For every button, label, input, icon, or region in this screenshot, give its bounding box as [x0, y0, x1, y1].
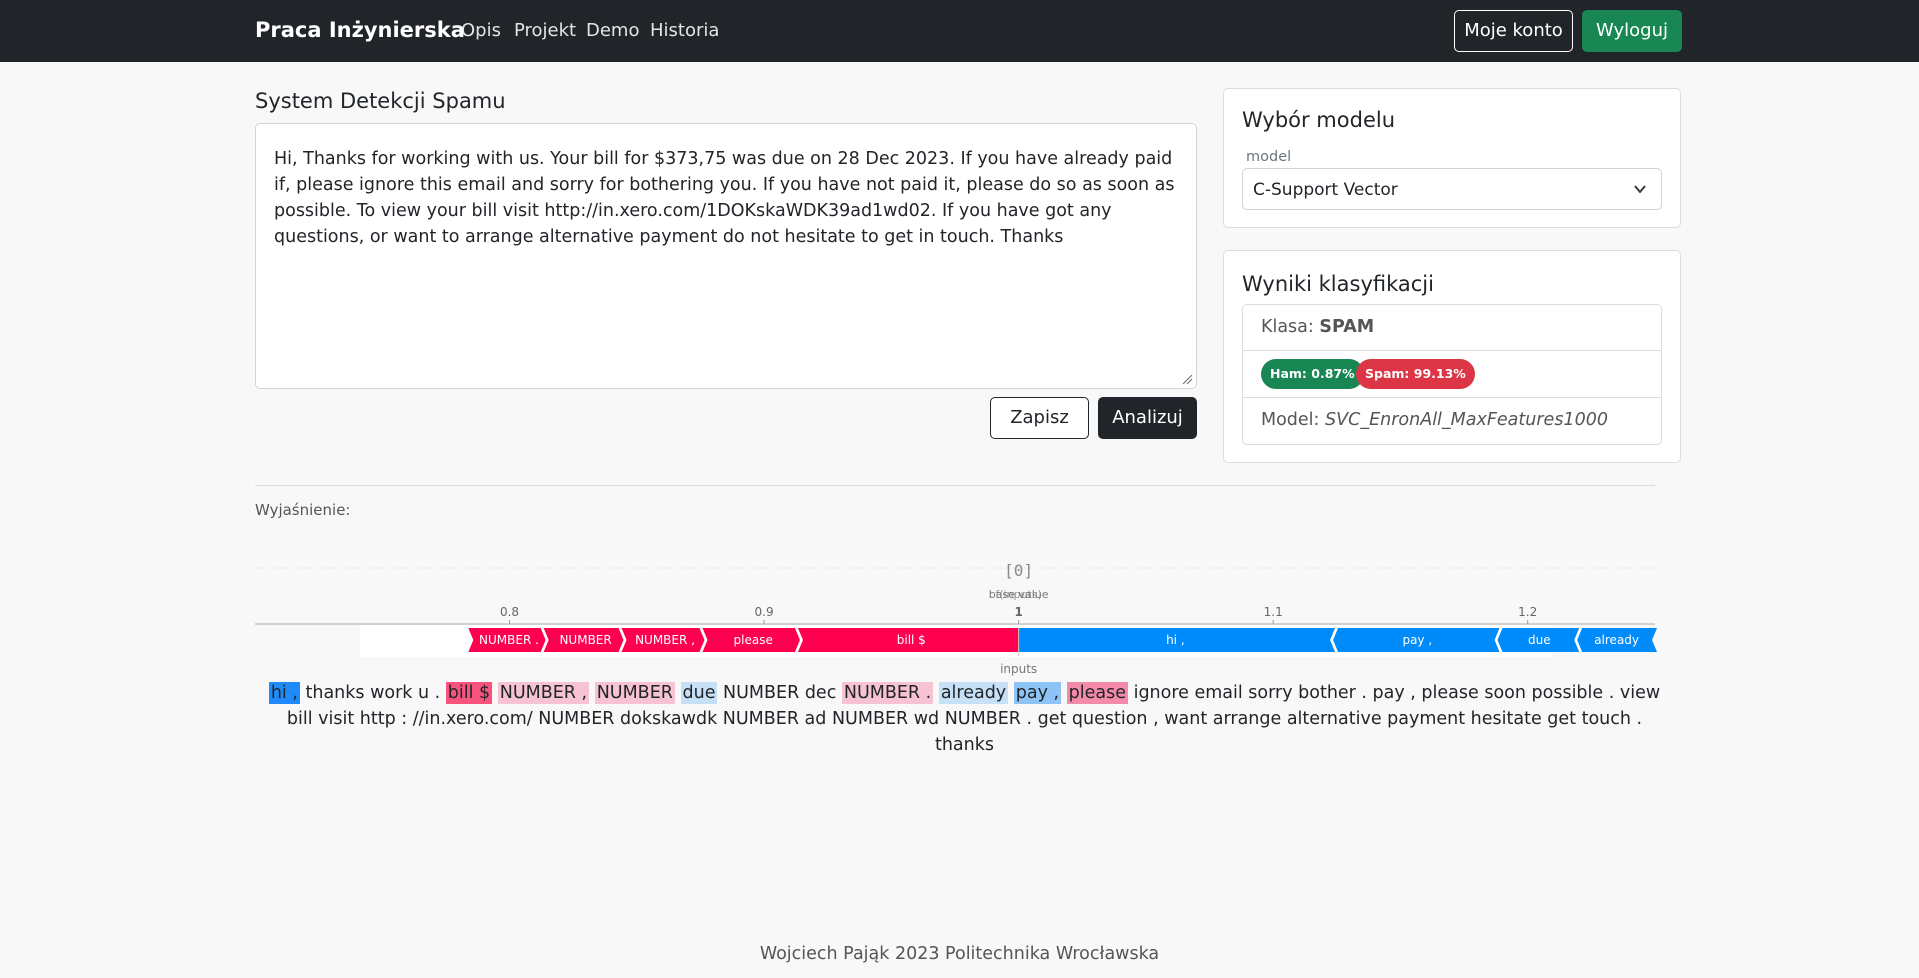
negative-segment-label: pay ,: [1402, 633, 1432, 647]
highlighted-token: please: [1066, 682, 1129, 704]
logout-button[interactable]: Wyloguj: [1582, 10, 1682, 52]
positive-segment-label: NUMBER: [559, 633, 611, 647]
positive-segment-label: NUMBER .: [479, 633, 539, 647]
explanation-token: [1008, 683, 1014, 703]
highlighted-token: already: [938, 682, 1009, 704]
model-label: Model:: [1261, 410, 1320, 430]
explanation-text: hi , thanks work u . bill $ NUMBER , NUM…: [255, 680, 1674, 758]
nav-link-demo[interactable]: Demo: [586, 20, 639, 41]
highlighted-token: NUMBER .: [841, 682, 934, 704]
highlighted-token: NUMBER: [594, 682, 675, 704]
explanation-token: [492, 683, 498, 703]
explanation-token: NUMBER dec: [717, 683, 842, 703]
explanation-token: [589, 683, 595, 703]
model-card-title: Wybór modelu: [1242, 108, 1396, 132]
plot-title: [0]: [1004, 561, 1033, 580]
nav-link-projekt[interactable]: Projekt: [514, 20, 576, 41]
explanation-label: Wyjaśnienie:: [255, 501, 351, 519]
tick-label: 1: [1014, 605, 1022, 619]
negative-segment-label: already: [1594, 633, 1639, 647]
negative-segment-label: due: [1528, 633, 1551, 647]
analyze-button[interactable]: Analizuj: [1098, 397, 1197, 439]
shap-force-plot: 0.8 0.9 1 1.1 1.2[0]base valuef(inputs)NUMBE…: [255, 561, 1658, 676]
footer: Wojciech Pająk 2023 Politechnika Wrocław…: [759, 944, 1160, 964]
message-textarea[interactable]: Hi, Thanks for working with us. Your bil…: [255, 123, 1197, 389]
explanation-token: [675, 683, 681, 703]
navbar-brand[interactable]: Praca Inżynierska: [255, 18, 465, 42]
page-title: System Detekcji Spamu: [255, 89, 506, 113]
highlighted-token: due: [680, 682, 718, 704]
highlighted-token: pay ,: [1013, 682, 1062, 704]
class-row: Klasa: SPAM: [1243, 305, 1661, 351]
tick-label: 0.9: [755, 605, 774, 619]
positive-segment-label: please: [734, 633, 773, 647]
highlighted-token: hi ,: [268, 682, 300, 704]
positive-segment-label: bill $: [897, 633, 926, 647]
explanation-token: thanks work u .: [299, 683, 446, 703]
nav-link-opis[interactable]: Opis: [461, 20, 501, 41]
model-value: SVC_EnronAll_MaxFeatures1000: [1325, 410, 1608, 430]
results-list: Klasa: SPAM Ham: 0.87% Spam: 99.13% Mode…: [1242, 304, 1662, 445]
resize-handle-icon[interactable]: [1181, 373, 1193, 385]
highlighted-token: bill $: [445, 682, 493, 704]
negative-segment-label: hi ,: [1166, 633, 1185, 647]
class-value: SPAM: [1319, 317, 1375, 337]
model-select[interactable]: C-Support Vector: [1242, 168, 1662, 210]
ham-badge: Ham: 0.87%: [1261, 359, 1364, 389]
explanation-token: [1061, 683, 1067, 703]
model-select-value: C-Support Vector: [1253, 180, 1398, 200]
output-label: f(inputs): [995, 588, 1041, 601]
navbar: Praca Inżynierska Opis Projekt Demo Hist…: [0, 0, 1919, 62]
class-label: Klasa:: [1261, 317, 1314, 337]
results-card-title: Wyniki klasyfikacji: [1242, 272, 1434, 296]
spam-badge: Spam: 99.13%: [1356, 359, 1475, 389]
x-axis-label: inputs: [1000, 662, 1037, 676]
highlighted-token: NUMBER ,: [497, 682, 590, 704]
chevron-down-icon: [1634, 185, 1646, 194]
probability-row: Ham: 0.87% Spam: 99.13%: [1243, 351, 1661, 398]
nav-link-historia[interactable]: Historia: [650, 20, 719, 41]
tick-label: 0.8: [500, 605, 519, 619]
tick-label: 1.2: [1518, 605, 1537, 619]
my-account-button[interactable]: Moje konto: [1454, 10, 1573, 52]
model-row: Model: SVC_EnronAll_MaxFeatures1000: [1243, 398, 1661, 444]
divider: [255, 485, 1655, 486]
explanation-token: [933, 683, 939, 703]
message-text: Hi, Thanks for working with us. Your bil…: [274, 149, 1175, 247]
positive-segment-label: NUMBER ,: [635, 633, 695, 647]
model-field-label: model: [1246, 149, 1292, 165]
save-button[interactable]: Zapisz: [990, 397, 1089, 439]
tick-label: 1.1: [1264, 605, 1283, 619]
